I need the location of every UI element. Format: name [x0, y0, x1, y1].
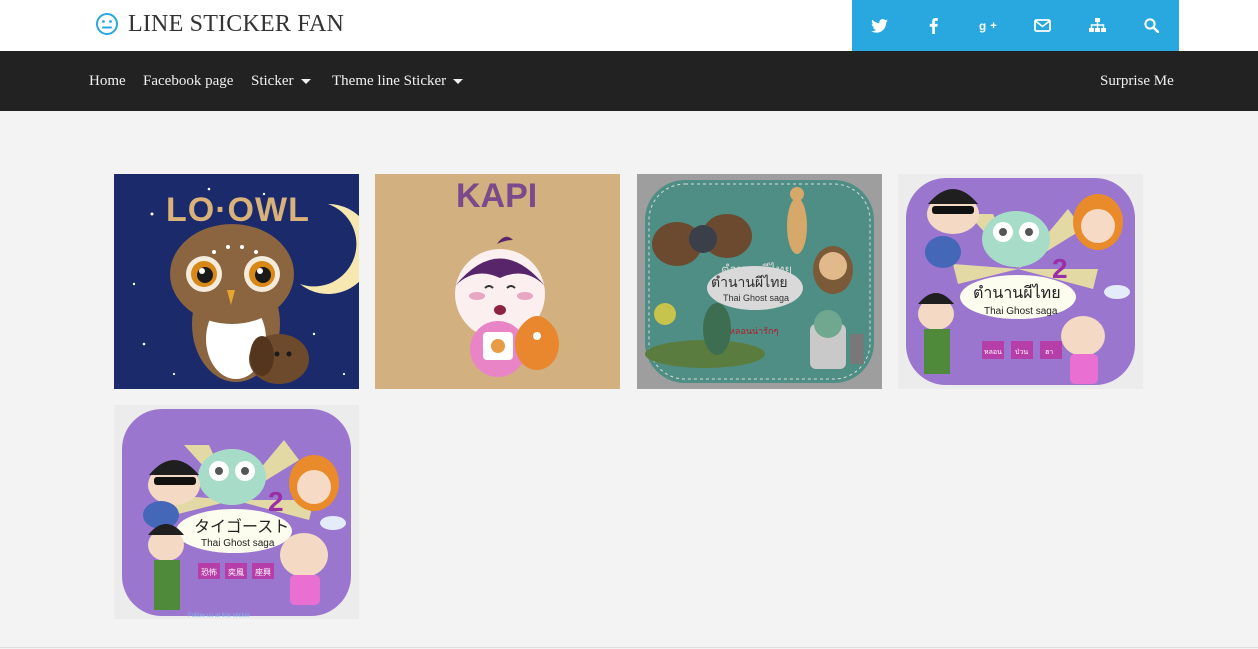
nav-sticker-dropdown[interactable]: Sticker [251, 51, 311, 111]
kapi-logo-text: KAPI [456, 177, 537, 215]
sticker-card-lo-owl[interactable]: LO·OWL [114, 174, 359, 389]
facebook-icon [929, 17, 938, 34]
svg-text:g: g [979, 20, 986, 33]
saga2-number: 2 [1052, 253, 1068, 284]
saga2-jp-title: タイゴースト [194, 517, 289, 536]
sticker-card-thai-ghost-saga[interactable]: ตำนานผีไทย ตำนานผีไทย Thai Ghost saga หล… [637, 174, 882, 389]
twitter-icon [870, 18, 888, 33]
ghost-title: ตำนานผีไทย [711, 274, 788, 291]
nav-sticker-label[interactable]: Sticker [251, 52, 294, 110]
saga2-subtitle: Thai Ghost saga [984, 306, 1058, 317]
thai-ghost-saga-2-jp-thumbnail: タイゴースト Thai Ghost saga 2 恐怖 奕風 座興 Follow… [114, 405, 359, 619]
sticker-card-thai-ghost-saga-2-jp[interactable]: タイゴースト Thai Ghost saga 2 恐怖 奕風 座興 Follow… [114, 405, 359, 620]
saga2-jp-tag-1: 恐怖 [201, 567, 217, 577]
saga2-jp-number: 2 [268, 486, 284, 517]
lo-owl-thumbnail: LO·OWL [114, 174, 359, 389]
nav-theme-dropdown[interactable]: Theme line Sticker [332, 51, 464, 111]
facebook-button[interactable] [907, 0, 962, 51]
google-plus-button[interactable]: g [961, 0, 1016, 51]
neutral-face-icon [96, 13, 118, 35]
top-header: LINE STICKER FAN g [0, 0, 1258, 51]
caret-down-icon [300, 79, 311, 84]
sticker-card-thai-ghost-saga-2[interactable]: ตำนานผีไทย Thai Ghost saga 2 หลอน ป่วน ฮ… [898, 174, 1143, 389]
sitemap-button[interactable] [1070, 0, 1125, 51]
saga2-tag-3: ฮา [1045, 348, 1053, 356]
kapi-thumbnail: KAPI [375, 174, 620, 389]
caret-down-icon [453, 79, 464, 84]
nav-facebook-page[interactable]: Facebook page [143, 51, 233, 111]
nav-facebook-label[interactable]: Facebook page [143, 52, 233, 110]
lo-owl-logo-text: LO·OWL [166, 191, 310, 229]
google-plus-icon: g [979, 20, 997, 33]
thai-ghost-saga-2-thumbnail: ตำนานผีไทย Thai Ghost saga 2 หลอน ป่วน ฮ… [898, 174, 1143, 389]
saga2-tag-1: หลอน [984, 348, 1002, 356]
sticker-card-kapi[interactable]: KAPI [375, 174, 620, 389]
site-brand[interactable]: LINE STICKER FAN [95, 10, 344, 38]
ghost-subtitle: Thai Ghost saga [723, 293, 789, 303]
main-navbar: Home Facebook page Sticker Theme line St… [0, 51, 1258, 111]
saga2-title: ตำนานผีไทย [973, 283, 1061, 302]
footer-divider [0, 647, 1258, 648]
mail-button[interactable] [1016, 0, 1071, 51]
nav-home-label[interactable]: Home [89, 52, 126, 110]
nav-surprise-me[interactable]: Surprise Me [1100, 51, 1174, 111]
mail-icon [1034, 19, 1052, 32]
search-button[interactable] [1125, 0, 1180, 51]
saga2-jp-subtitle: Thai Ghost saga [201, 538, 275, 549]
saga2-jp-footer: Follow us at line sticker [188, 613, 250, 619]
site-title[interactable]: LINE STICKER FAN [128, 10, 344, 38]
nav-theme-label[interactable]: Theme line Sticker [332, 52, 446, 110]
twitter-button[interactable] [852, 0, 907, 51]
search-icon [1144, 18, 1160, 33]
sitemap-icon [1088, 18, 1106, 32]
ghost-author: หลอนน่ารักๆ [729, 327, 778, 337]
saga2-tag-2: ป่วน [1015, 348, 1028, 356]
nav-surprise-label[interactable]: Surprise Me [1100, 52, 1174, 110]
saga2-jp-tag-2: 奕風 [228, 567, 244, 577]
social-bar: g [852, 0, 1179, 51]
saga2-jp-tag-3: 座興 [255, 567, 271, 577]
nav-home[interactable]: Home [89, 51, 126, 111]
thai-ghost-saga-thumbnail: ตำนานผีไทย ตำนานผีไทย Thai Ghost saga หล… [637, 174, 882, 389]
